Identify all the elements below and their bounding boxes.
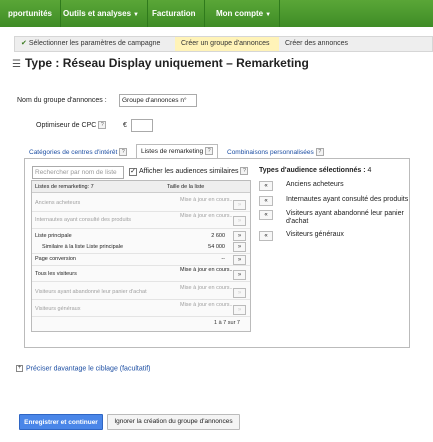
- nav-tab-tools[interactable]: Outils et analyses ▼: [55, 0, 148, 27]
- nav-tab-label: Mon compte: [216, 9, 264, 18]
- help-icon[interactable]: ?: [98, 121, 107, 129]
- selected-audiences-count: 4: [367, 167, 372, 174]
- cpc-input[interactable]: [131, 119, 153, 132]
- selected-audience-item: « Anciens acheteurs: [259, 181, 409, 193]
- show-similar-text: Afficher les audiences similaires: [139, 167, 239, 175]
- refine-targeting-link[interactable]: + Préciser davantage le ciblage (facultat…: [16, 365, 151, 372]
- list-row-size: Mise à jour en cours...: [180, 197, 235, 203]
- dropdown-arrow-icon: ▼: [265, 12, 272, 18]
- add-audience-button[interactable]: »: [233, 242, 246, 252]
- tab-label: Listes de remarketing: [141, 148, 204, 155]
- list-row-size: 54 000: [208, 244, 225, 250]
- list-row-size: Mise à jour en cours...: [180, 267, 235, 273]
- row-divider: [32, 265, 250, 266]
- selected-audience-item: « Visiteurs généraux: [259, 231, 409, 243]
- page-title: ☰ Type : Réseau Display uniquement – Rema…: [12, 56, 309, 70]
- cpc-optimizer-text: Optimiseur de CPC: [36, 121, 97, 129]
- page-title-text: Type : Réseau Display uniquement – Remar…: [24, 56, 309, 70]
- row-divider: [32, 228, 250, 229]
- selected-audiences-title: Types d'audience sélectionnés :: [259, 167, 366, 174]
- add-audience-button[interactable]: »: [233, 255, 246, 265]
- list-row-name: Page conversion: [35, 256, 76, 262]
- add-audience-button[interactable]: »: [233, 288, 246, 298]
- nav-tab-opportunities[interactable]: pportunités: [0, 0, 61, 27]
- help-icon[interactable]: ?: [315, 148, 324, 157]
- list-header-count: 7: [90, 184, 94, 190]
- selected-audience-item: « Internautes ayant consulté des produit…: [259, 196, 409, 208]
- list-header-name: Listes de remarketing: 7: [35, 184, 94, 190]
- nav-tab-label: Facturation: [152, 9, 196, 18]
- add-audience-button[interactable]: »: [233, 200, 246, 210]
- nav-tab-label: pportunités: [8, 9, 52, 18]
- tab-remarketing-lists[interactable]: Listes de remarketing?: [136, 144, 219, 159]
- list-row-name: Visiteurs généraux: [35, 306, 81, 312]
- list-search-input[interactable]: Rechercher par nom de liste: [32, 166, 124, 179]
- selected-audiences-header: Types d'audience sélectionnés : 4: [259, 167, 371, 174]
- add-audience-button[interactable]: »: [233, 216, 246, 226]
- add-audience-button[interactable]: »: [233, 305, 246, 315]
- remove-audience-button[interactable]: «: [259, 181, 273, 191]
- breadcrumb-step-ad-group: Créer un groupe d'annonces: [175, 37, 279, 51]
- ad-group-name-label: Nom du groupe d'annonces :: [17, 97, 107, 104]
- remove-audience-button[interactable]: «: [259, 231, 273, 241]
- list-row-size: Mise à jour en cours...: [180, 213, 235, 219]
- row-divider: [32, 299, 250, 300]
- row-divider: [32, 316, 250, 317]
- list-row-size: 2 600: [211, 233, 225, 239]
- selected-audience-label: Visiteurs généraux: [286, 231, 344, 238]
- breadcrumb-step-label: Sélectionner les paramètres de campagne: [28, 40, 161, 47]
- list-row-size: Mise à jour en cours...: [180, 302, 235, 308]
- list-row-name: Similaire à la liste Liste principale: [42, 244, 124, 250]
- selected-audience-item: « Visiteurs ayant abandonné leur panier …: [259, 210, 409, 228]
- row-divider: [32, 211, 250, 212]
- tab-label: Catégories de centres d'intérêt: [29, 149, 118, 156]
- list-header-name-text: Listes de remarketing: [35, 184, 88, 190]
- list-header-size: Taille de la liste: [167, 184, 205, 190]
- nav-tab-account[interactable]: Mon compte ▼: [208, 0, 281, 27]
- refine-targeting-text: Préciser davantage le ciblage (facultati…: [26, 365, 151, 373]
- selected-audience-label: Anciens acheteurs: [286, 181, 344, 188]
- row-divider: [32, 253, 250, 254]
- breadcrumb-step-ads: Créer des annonces: [279, 37, 369, 51]
- nav-tab-label: Outils et analyses: [63, 9, 132, 18]
- list-row-size: Mise à jour en cours...: [180, 285, 235, 291]
- dropdown-arrow-icon: ▼: [133, 12, 139, 18]
- help-icon[interactable]: ?: [240, 167, 249, 175]
- selected-audience-label: Internautes ayant consulté des produits: [286, 196, 409, 203]
- list-row-name: Tous les visiteurs: [35, 271, 77, 277]
- list-row-name: Internautes ayant consulté des produits: [35, 217, 132, 223]
- save-and-continue-button[interactable]: Enregistrer et continuer: [19, 414, 103, 430]
- add-audience-button[interactable]: »: [233, 270, 246, 280]
- selected-audience-label: Visiteurs ayant abandonné leur panier d'…: [286, 210, 404, 225]
- remove-audience-button[interactable]: «: [259, 210, 273, 220]
- currency-symbol: €: [123, 122, 127, 129]
- skip-ad-group-button[interactable]: Ignorer la création du groupe d'annonces: [107, 414, 240, 430]
- list-row-name: Liste principale: [35, 233, 72, 239]
- list-row-name: Visiteurs ayant abandonné leur panier d'…: [35, 289, 147, 295]
- list-row-size: --: [221, 256, 225, 262]
- tab-label: Combinaisons personnalisées: [227, 149, 314, 156]
- top-navigation: pportunités Outils et analyses ▼ Facturat…: [0, 0, 433, 27]
- help-icon[interactable]: ?: [205, 147, 214, 156]
- breadcrumb-step-label: Créer des annonces: [285, 40, 349, 47]
- breadcrumb-step-settings[interactable]: ✔ Sélectionner les paramètres de campagne: [15, 37, 175, 51]
- list-icon: ☰: [12, 59, 21, 70]
- help-icon[interactable]: ?: [119, 148, 128, 157]
- cpc-optimizer-label: Optimiseur de CPC?: [36, 121, 107, 129]
- checkmark-icon: ✔: [21, 40, 27, 47]
- show-similar-checkbox[interactable]: ✓: [129, 168, 137, 176]
- expand-plus-icon: +: [16, 365, 23, 372]
- ad-group-name-input[interactable]: Groupe d'annonces n°: [119, 94, 197, 107]
- remove-audience-button[interactable]: «: [259, 196, 273, 206]
- breadcrumb: ✔ Sélectionner les paramètres de campagne…: [14, 36, 433, 52]
- list-row-name: Anciens acheteurs: [35, 200, 81, 206]
- pagination-label: 1 à 7 sur 7: [214, 320, 240, 326]
- show-similar-label: Afficher les audiences similaires?: [139, 167, 249, 175]
- nav-tab-billing[interactable]: Facturation: [144, 0, 205, 27]
- breadcrumb-step-label: Créer un groupe d'annonces: [181, 40, 270, 47]
- add-audience-button[interactable]: »: [233, 231, 246, 241]
- row-divider: [32, 281, 250, 282]
